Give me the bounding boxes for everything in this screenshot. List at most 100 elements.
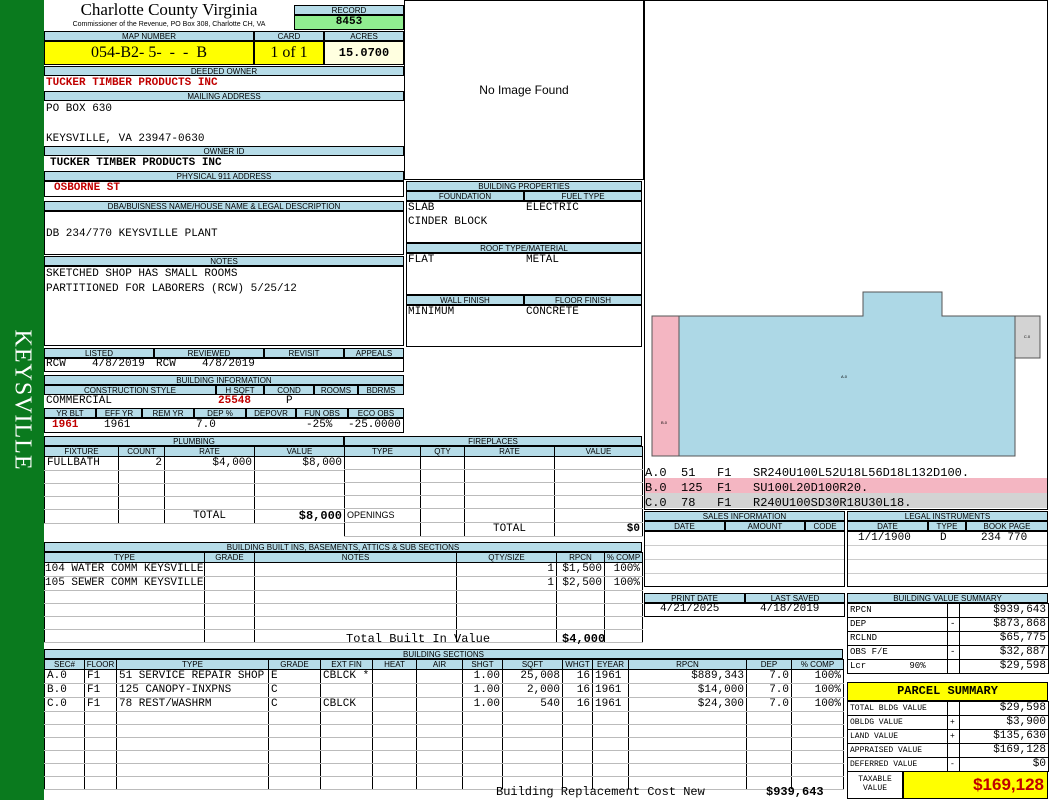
no-image-text: No Image Found — [479, 83, 569, 97]
bi-hdr-comp: % COMP — [604, 552, 643, 563]
fun-obs: -25% — [306, 419, 333, 431]
cell — [502, 750, 563, 764]
taxable-label: TAXABLE VALUE — [847, 771, 903, 799]
table-row: C.0 F1 78 REST/WASHRM C CBLCK 1.00 540 16 1961 $2… — [44, 697, 844, 712]
value-summary-row: DEP - $873,868 — [847, 617, 1049, 632]
cell — [320, 763, 373, 777]
cell: + — [947, 715, 960, 730]
sec-hdr: SQFT — [502, 659, 563, 670]
cell: $0 — [959, 757, 1049, 772]
cell — [116, 737, 269, 751]
table-row — [44, 711, 844, 725]
cell — [791, 724, 844, 738]
fireplaces-label: FIREPLACES — [344, 436, 642, 446]
cell — [502, 724, 563, 738]
builtins-table: TYPE GRADE NOTES QTY/SIZE RPCN % COMP 10… — [44, 552, 643, 643]
table-row — [44, 724, 844, 738]
cell — [746, 711, 792, 725]
cell: LAND VALUE — [847, 729, 948, 744]
cell — [84, 750, 117, 764]
deeded-owner-label: DEEDED OWNER — [44, 66, 404, 76]
value-summary-row: OBS F/E - $32,887 — [847, 645, 1049, 660]
cell — [84, 737, 117, 751]
cell: $939,643 — [959, 603, 1049, 618]
fireplaces-table: TYPE QTY RATE VALUE OPENINGS TOTAL $0 — [344, 446, 643, 537]
cell — [372, 776, 417, 790]
sec-hdr: AIR — [416, 659, 463, 670]
yrblt-label: YR BLT — [44, 408, 96, 418]
table-row — [344, 482, 643, 496]
notes-line2: PARTITIONED FOR LABORERS (RCW) 5/25/12 — [46, 283, 297, 295]
cell — [592, 711, 629, 725]
legal-desc: DB 234/770 KEYSVILLE PLANT — [46, 228, 218, 240]
cell — [320, 776, 373, 790]
sec-hdr: WHGT — [562, 659, 593, 670]
cond-label: COND — [264, 385, 314, 395]
mailing-line2: KEYSVILLE, VA 23947-0630 — [46, 133, 205, 145]
owner-id: TUCKER TIMBER PRODUCTS INC — [50, 157, 222, 169]
cell — [462, 737, 503, 751]
owner-id-label: OWNER ID — [44, 146, 404, 156]
cell — [254, 562, 457, 577]
cell — [84, 724, 117, 738]
cell: $169,128 — [959, 743, 1049, 758]
listed-date: 4/8/2019 — [92, 358, 145, 370]
cell: - — [947, 757, 960, 772]
remyr-label: REM YR — [142, 408, 194, 418]
plumb-hdr-fixture: FIXTURE — [44, 446, 119, 457]
cell — [268, 750, 321, 764]
table-row — [344, 456, 643, 470]
builtins-label: BUILDING BUILT INS, BASEMENTS, ATTICS & … — [44, 542, 642, 552]
bdrms-label: BDRMS — [358, 385, 404, 395]
plumbing-total: $8,000 — [254, 509, 345, 524]
depovr-label: DEPOVR — [246, 408, 296, 418]
cell: 100% — [791, 697, 844, 712]
cell — [416, 750, 463, 764]
cell — [372, 711, 417, 725]
cell — [947, 631, 960, 646]
brcn-label: Building Replacement Cost New — [496, 785, 705, 799]
table-row — [344, 469, 643, 483]
acres-label: ACRES — [324, 31, 404, 41]
table-row — [44, 483, 345, 497]
table-row — [44, 763, 844, 777]
cell — [268, 711, 321, 725]
cell: 1961 — [592, 683, 629, 698]
legal-hdr-bookpage: BOOK PAGE — [966, 521, 1048, 531]
effyr-label: EFF YR — [96, 408, 142, 418]
last-saved: 4/18/2019 — [760, 603, 820, 615]
cell: Lcr 90% — [847, 659, 948, 674]
cell: CBLCK * — [320, 669, 373, 684]
plumb-hdr-value: VALUE — [254, 446, 345, 457]
table-row: 105 SEWER COMM KEYSVILLE 1 $2,500 100% — [44, 576, 643, 591]
bi-hdr-rpcn: RPCN — [556, 552, 605, 563]
fp-hdr-type: TYPE — [344, 446, 421, 457]
sketch-label-a: A.0 — [841, 374, 848, 379]
cell — [44, 737, 85, 751]
cell — [116, 750, 269, 764]
cell: B.0 — [44, 683, 85, 698]
fp-hdr-value: VALUE — [554, 446, 643, 457]
value-summary-row: Lcr 90% $29,598 — [847, 659, 1049, 674]
table-row — [44, 470, 345, 484]
bi-hdr-notes: NOTES — [254, 552, 457, 563]
parcel-row: APPRAISED VALUE $169,128 — [847, 743, 1049, 758]
cell: 125 CANOPY-INXPNS — [116, 683, 269, 698]
floor-label: FLOOR FINISH — [524, 295, 642, 305]
table-row: B.0 F1 125 CANOPY-INXPNS C 1.00 2,000 16 1961 $1… — [44, 683, 844, 698]
cell: 16 — [562, 697, 593, 712]
foundation-label: FOUNDATION — [406, 191, 524, 201]
cell — [44, 776, 85, 790]
eff-year: 1961 — [104, 419, 131, 431]
cell — [791, 763, 844, 777]
value-summary-row: RCLND $65,775 — [847, 631, 1049, 646]
construction-style: COMMERCIAL — [46, 395, 113, 407]
cell — [628, 724, 747, 738]
wall-label: WALL FINISH — [406, 295, 524, 305]
table-row — [44, 750, 844, 764]
table-row — [44, 616, 643, 630]
cell — [628, 750, 747, 764]
cell — [592, 724, 629, 738]
sales-label: SALES INFORMATION — [644, 511, 845, 521]
condition: P — [286, 395, 293, 407]
